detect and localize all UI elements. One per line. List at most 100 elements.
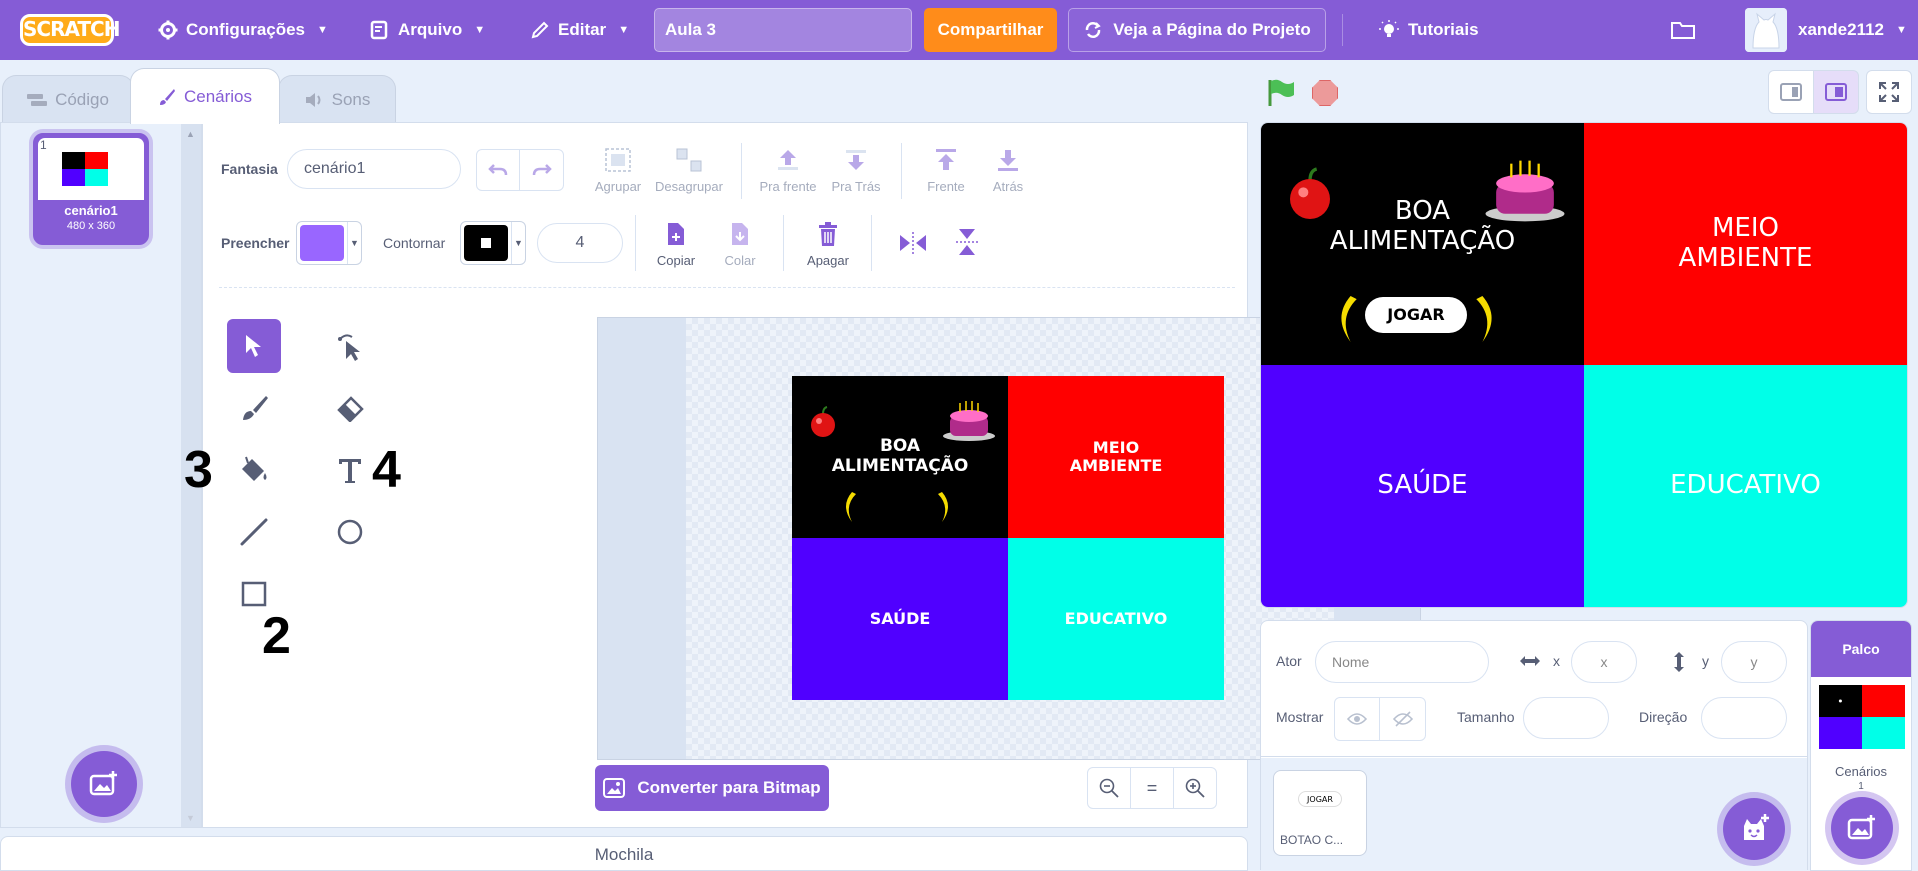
tab-code[interactable]: Código bbox=[2, 75, 134, 123]
account-menu[interactable]: xande2112 ▼ bbox=[1798, 0, 1907, 60]
eye-slash-icon bbox=[1392, 711, 1413, 727]
front-label: Frente bbox=[927, 179, 965, 194]
y-label: y bbox=[1702, 653, 1709, 669]
scroll-down-icon[interactable]: ▼ bbox=[186, 813, 195, 823]
small-stage-button[interactable] bbox=[1768, 70, 1814, 114]
tutorials-button[interactable]: Tutoriais bbox=[1378, 0, 1479, 60]
scratch-logo[interactable]: SCRATCH bbox=[20, 14, 120, 46]
stage-selector[interactable]: Palco ● Cenários 1 bbox=[1810, 620, 1912, 871]
stage[interactable]: BOA ALIMENTAÇÃO JOGAR MEIO AMBIENTE SAÚDE … bbox=[1260, 122, 1908, 608]
outline-width-input[interactable]: 4 bbox=[537, 223, 623, 263]
cursor-arrow-icon bbox=[246, 335, 261, 357]
convert-to-bitmap-button[interactable]: Converter para Bitmap bbox=[595, 765, 829, 811]
flip-vertical-button[interactable] bbox=[947, 227, 987, 257]
group-icon bbox=[605, 148, 631, 172]
copy-icon bbox=[668, 223, 684, 245]
eraser-tool[interactable] bbox=[323, 381, 377, 435]
select-tool[interactable] bbox=[227, 319, 281, 373]
undo-button[interactable] bbox=[477, 150, 521, 190]
show-button[interactable] bbox=[1335, 698, 1381, 740]
outline-color-picker[interactable]: ▼ bbox=[460, 221, 526, 265]
backdrop-thumbnail-art bbox=[62, 152, 108, 186]
paste-button[interactable]: Colar bbox=[709, 221, 771, 268]
group-button[interactable]: Agrupar bbox=[587, 147, 649, 194]
stage-play-button[interactable]: JOGAR bbox=[1365, 297, 1467, 333]
sprite-tile[interactable]: JOGAR BOTAO C... bbox=[1273, 770, 1367, 856]
brush-tool[interactable] bbox=[227, 381, 281, 435]
ungroup-label: Desagrupar bbox=[655, 179, 723, 194]
hide-button[interactable] bbox=[1380, 698, 1425, 740]
project-title-input[interactable]: Aula 3 bbox=[654, 8, 912, 52]
text-tool[interactable] bbox=[323, 443, 377, 497]
delete-button[interactable]: Apagar bbox=[797, 221, 859, 268]
ungroup-icon bbox=[676, 148, 702, 172]
normal-stage-button[interactable] bbox=[1813, 70, 1859, 114]
annotation-number-2: 2 bbox=[262, 607, 291, 665]
canvas-artwork[interactable]: BOA ALIMENTAÇÃO MEIO AMBIENTE SAÚDE EDUCAT… bbox=[792, 376, 1224, 700]
stage-text-line: ALIMENTAÇÃO bbox=[1329, 226, 1516, 256]
forward-button[interactable]: Pra frente bbox=[755, 147, 821, 194]
outline-color-swatch bbox=[464, 225, 508, 261]
fill-tool[interactable] bbox=[227, 443, 281, 497]
backward-button[interactable]: Pra Trás bbox=[825, 147, 887, 194]
line-tool[interactable] bbox=[227, 505, 281, 559]
tab-backdrops[interactable]: Cenários bbox=[130, 68, 280, 124]
tab-code-label: Código bbox=[55, 89, 109, 109]
x-input[interactable]: x bbox=[1571, 641, 1637, 683]
zoom-out-button[interactable] bbox=[1088, 768, 1131, 808]
choose-backdrop-button[interactable] bbox=[71, 751, 137, 817]
zoom-in-button[interactable] bbox=[1174, 768, 1216, 808]
circle-tool[interactable] bbox=[323, 505, 377, 559]
ungroup-button[interactable]: Desagrupar bbox=[649, 147, 729, 194]
avatar[interactable] bbox=[1745, 8, 1787, 52]
flip-horizontal-button[interactable] bbox=[893, 231, 933, 255]
pencil-icon bbox=[531, 21, 549, 39]
tab-backdrops-label: Cenários bbox=[183, 86, 253, 106]
copy-button[interactable]: Copiar bbox=[645, 221, 707, 268]
stage-selector-title: Palco bbox=[1811, 621, 1911, 677]
green-flag-icon[interactable] bbox=[1266, 78, 1296, 108]
fill-color-picker[interactable]: ▼ bbox=[296, 221, 362, 265]
back-button[interactable]: Atrás bbox=[977, 147, 1039, 194]
size-input[interactable] bbox=[1523, 697, 1609, 739]
apple-icon bbox=[811, 406, 835, 437]
chevron-down-icon: ▼ bbox=[618, 24, 630, 36]
costume-name-input[interactable]: cenário1 bbox=[287, 149, 461, 189]
stop-icon[interactable] bbox=[1312, 80, 1338, 106]
reshape-tool[interactable] bbox=[323, 319, 377, 373]
redo-button[interactable] bbox=[520, 150, 563, 190]
show-label: Mostrar bbox=[1276, 709, 1324, 725]
front-button[interactable]: Frente bbox=[915, 147, 977, 194]
zoom-reset-button[interactable]: = bbox=[1131, 768, 1174, 808]
small-stage-icon bbox=[1780, 83, 1802, 101]
banana-icon bbox=[1341, 296, 1357, 342]
choose-stage-backdrop-button[interactable] bbox=[1831, 797, 1893, 859]
trash-icon bbox=[819, 222, 837, 246]
y-input[interactable]: y bbox=[1721, 641, 1787, 683]
my-stuff-button[interactable] bbox=[1670, 0, 1696, 60]
share-button[interactable]: Compartilhar bbox=[924, 8, 1057, 52]
scroll-up-icon[interactable]: ▲ bbox=[186, 129, 195, 139]
see-project-page-label: Veja a Página do Projeto bbox=[1113, 20, 1311, 39]
back-label: Atrás bbox=[992, 179, 1024, 194]
backdrop-item[interactable]: 1 cenário1 480 x 360 bbox=[33, 133, 149, 245]
see-project-page-button[interactable]: Veja a Página do Projeto bbox=[1068, 8, 1326, 52]
zoom-controls: = bbox=[1087, 767, 1217, 809]
settings-menu[interactable]: Configurações ▼ bbox=[158, 0, 328, 60]
paint-editor: Fantasia cenário1 Agrupar Desagrupar Pra… bbox=[202, 122, 1421, 828]
choose-sprite-button[interactable] bbox=[1723, 798, 1785, 860]
tab-sounds[interactable]: Sons bbox=[278, 75, 396, 123]
backdrop-thumbnail bbox=[38, 138, 144, 200]
edit-menu[interactable]: Editar ▼ bbox=[530, 0, 629, 60]
fill-label: Preencher bbox=[221, 235, 290, 251]
direction-input[interactable] bbox=[1701, 697, 1787, 739]
paste-icon bbox=[732, 223, 748, 245]
sprite-name-input[interactable]: Nome bbox=[1315, 641, 1489, 683]
fullscreen-icon bbox=[1879, 82, 1899, 102]
menu-divider bbox=[1342, 14, 1343, 46]
file-menu[interactable]: Arquivo ▼ bbox=[370, 0, 485, 60]
art-quadrant-health: SAÚDE bbox=[792, 538, 1008, 700]
fullscreen-button[interactable] bbox=[1866, 70, 1912, 114]
paste-label: Colar bbox=[724, 253, 756, 268]
backpack[interactable]: Mochila bbox=[0, 836, 1248, 871]
